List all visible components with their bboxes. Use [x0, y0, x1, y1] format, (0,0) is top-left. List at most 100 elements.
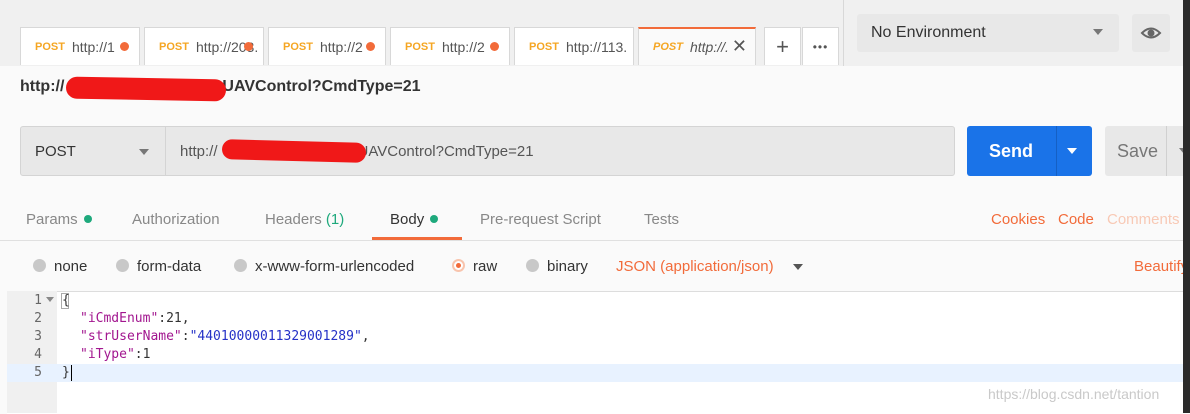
json-value: "44010000011329001289" [189, 329, 362, 344]
divider [1166, 126, 1167, 176]
url-prefix: http:// [180, 142, 218, 160]
tab-body[interactable]: Body [390, 211, 439, 228]
code-line: "iCmdEnum":21, [80, 311, 190, 326]
radio-binary[interactable] [526, 259, 539, 272]
code-link[interactable]: Code [1058, 211, 1094, 228]
environment-select[interactable]: No Environment [857, 14, 1119, 52]
json-colon: : [181, 329, 190, 344]
tab-url: http://. [689, 39, 729, 55]
code-line: "iType":1 [80, 347, 150, 362]
tab-method: POST [159, 40, 189, 53]
json-value: :1 [134, 347, 151, 362]
option-urlencoded-label[interactable]: x-www-form-urlencoded [255, 258, 414, 275]
title-suffix: UAVControl?CmdType=21 [222, 78, 421, 95]
environment-quick-look-button[interactable] [1132, 14, 1170, 52]
redaction-mark [65, 76, 227, 102]
send-button[interactable]: Send [967, 126, 1092, 176]
comments-link[interactable]: Comments ( [1107, 211, 1189, 228]
text-cursor [71, 365, 72, 381]
send-label: Send [989, 140, 1034, 161]
tab-authorization[interactable]: Authorization [132, 211, 220, 228]
json-value: :21, [158, 311, 190, 326]
tab-label: Headers [265, 211, 322, 228]
tab-label: Authorization [132, 211, 220, 228]
tab-label: Tests [644, 211, 680, 228]
tab-method: POST [35, 40, 65, 53]
new-tab-button[interactable]: + [764, 27, 801, 65]
tab-method: POST [653, 41, 683, 53]
tab-method: POST [283, 40, 313, 53]
code-line: } [62, 365, 70, 380]
radio-none[interactable] [33, 259, 46, 272]
fold-arrow-icon[interactable] [46, 297, 54, 302]
save-label: Save [1117, 140, 1159, 161]
tab-options-button[interactable]: ••• [802, 27, 839, 65]
json-key: "iType" [80, 347, 135, 362]
headers-count: (1) [325, 211, 345, 228]
unsaved-dot-icon [120, 42, 129, 51]
beautify-link[interactable]: Beautify [1134, 258, 1188, 275]
line-number: 1 [34, 293, 42, 308]
option-none-label[interactable]: none [54, 258, 87, 275]
watermark: https://blog.csdn.net/tantion [988, 386, 1160, 402]
option-form-data-label[interactable]: form-data [137, 258, 201, 275]
tab-method: POST [405, 40, 435, 53]
json-key: "strUserName" [80, 329, 182, 344]
unsaved-dot-icon [244, 42, 253, 51]
chevron-down-icon [139, 149, 149, 155]
chevron-down-icon[interactable] [793, 264, 803, 270]
cookies-link[interactable]: Cookies [991, 211, 1045, 228]
tab-tests[interactable]: Tests [644, 211, 679, 228]
chevron-down-icon [1093, 29, 1103, 35]
divider [0, 240, 1190, 241]
line-number: 3 [34, 329, 42, 344]
chevron-down-icon[interactable] [1067, 148, 1077, 154]
redaction-mark [221, 139, 367, 163]
request-tab[interactable]: POST http://203. [144, 27, 264, 65]
line-number: 5 [34, 365, 42, 380]
status-dot-icon [83, 215, 92, 223]
divider [843, 0, 844, 66]
tab-url: http://2 [441, 38, 485, 55]
title-prefix: http:// [20, 78, 65, 95]
more-icon: ••• [812, 39, 829, 54]
radio-form-data[interactable] [116, 259, 129, 272]
request-tab-active[interactable]: POST http://. ✕ [638, 27, 756, 65]
content-type-select[interactable]: JSON (application/json) [616, 258, 774, 275]
window-edge [1183, 0, 1190, 413]
radio-raw[interactable] [452, 259, 465, 272]
request-tab[interactable]: POST http://2 [390, 27, 510, 65]
method-label: POST [35, 142, 76, 160]
url-suffix: UAVControl?CmdType=21 [357, 142, 534, 160]
plus-icon: + [776, 33, 789, 59]
close-tab-icon[interactable]: ✕ [732, 36, 747, 57]
request-tab[interactable]: POST http://113. [514, 27, 634, 65]
request-tab[interactable]: POST http://2 [268, 27, 386, 65]
line-number: 2 [34, 311, 42, 326]
divider [1056, 126, 1057, 176]
json-comma: , [361, 329, 370, 344]
tab-prerequest-script[interactable]: Pre-request Script [480, 211, 601, 228]
status-dot-icon [430, 215, 439, 223]
code-line: "strUserName":"44010000011329001289", [80, 329, 370, 344]
tab-url: http://2 [319, 38, 363, 55]
tab-label: Params [26, 211, 78, 228]
line-number: 4 [34, 347, 42, 362]
tab-label: Pre-request Script [480, 211, 601, 228]
tab-url: http://113. [565, 38, 628, 55]
tab-label: Body [390, 211, 425, 228]
option-raw-label[interactable]: raw [473, 258, 497, 275]
request-tab[interactable]: POST http://1 [20, 27, 140, 65]
tab-url: http://1 [71, 38, 115, 55]
tab-headers[interactable]: Headers (1) [265, 211, 344, 228]
save-button[interactable]: Save [1105, 126, 1190, 176]
method-select[interactable]: POST [20, 126, 166, 176]
json-key: "iCmdEnum" [80, 311, 159, 326]
code-line: { [62, 293, 70, 308]
unsaved-dot-icon [490, 42, 499, 51]
active-line-highlight [7, 364, 1190, 382]
eye-icon [1140, 27, 1162, 39]
radio-urlencoded[interactable] [234, 259, 247, 272]
tab-params[interactable]: Params [26, 211, 92, 228]
option-binary-label[interactable]: binary [547, 258, 588, 275]
